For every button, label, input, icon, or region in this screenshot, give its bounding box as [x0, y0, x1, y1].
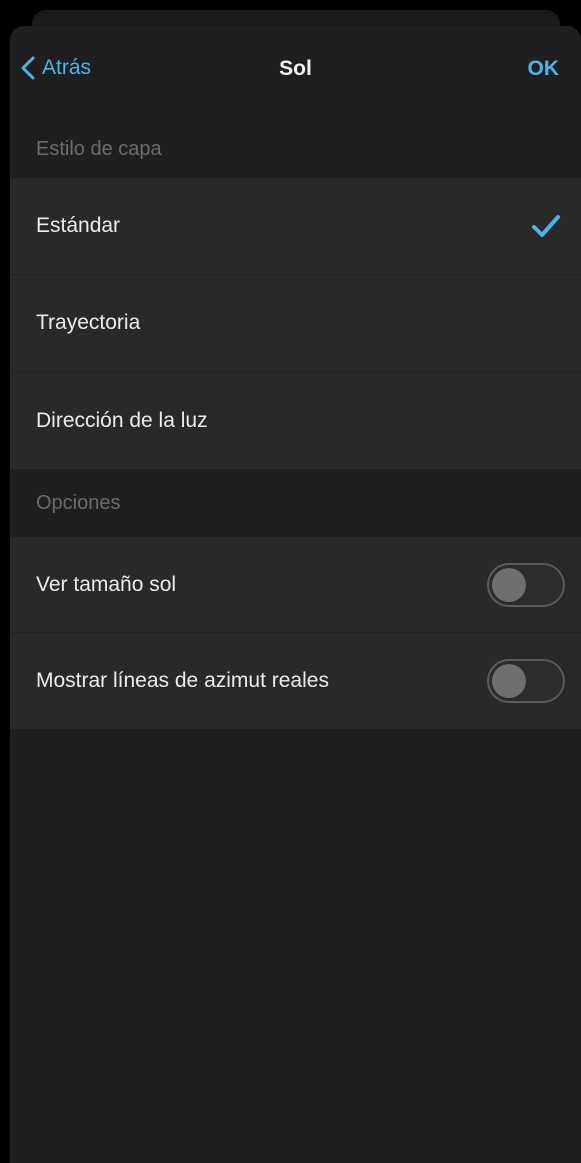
ok-button[interactable]: OK [528, 57, 560, 81]
section-header-options: Opciones [10, 469, 581, 537]
layer-style-option-light-direction[interactable]: Dirección de la luz [10, 372, 581, 469]
list-item-label: Estándar [36, 214, 121, 237]
layer-style-option-standard[interactable]: Estándar [10, 178, 581, 275]
section-header-layer-style: Estilo de capa [10, 120, 581, 178]
azimuth-lines-toggle[interactable] [487, 659, 565, 703]
checkmark-icon [532, 215, 560, 237]
layer-style-option-trajectory[interactable]: Trayectoria [10, 275, 581, 372]
toggle-knob [492, 664, 526, 698]
options-list: Ver tamaño sol Mostrar líneas de azimut … [10, 537, 581, 729]
option-row-azimuth-lines: Mostrar líneas de azimut reales [10, 633, 581, 729]
list-item-label: Trayectoria [36, 311, 141, 334]
option-label: Ver tamaño sol [36, 572, 177, 596]
option-row-sun-size: Ver tamaño sol [10, 537, 581, 633]
list-item-label: Dirección de la luz [36, 408, 208, 432]
navigation-bar: Atrás Sol OK [10, 26, 581, 120]
sun-size-toggle[interactable] [487, 562, 565, 607]
option-label: Mostrar líneas de azimut reales [36, 669, 329, 692]
page-title: Sol [279, 57, 312, 80]
toggle-knob [492, 567, 526, 602]
settings-sheet: Atrás Sol OK Estilo de capa Estándar Tra… [10, 26, 581, 1163]
layer-style-list: Estándar Trayectoria Dirección de la luz [10, 178, 581, 469]
